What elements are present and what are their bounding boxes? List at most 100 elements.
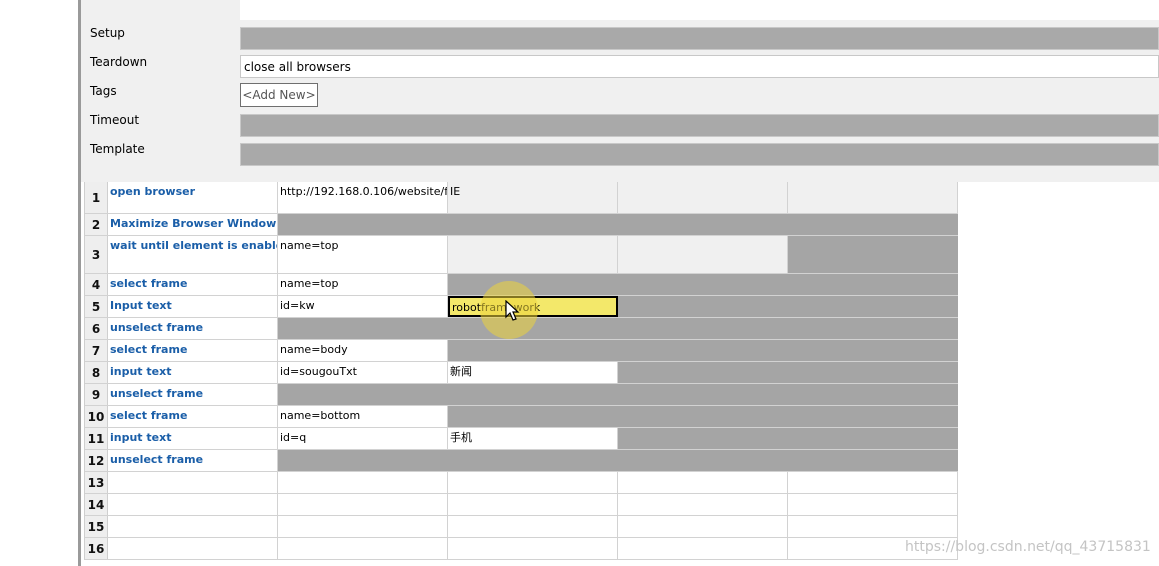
argument-cell[interactable]: name=body	[278, 340, 448, 361]
argument-cell[interactable]	[448, 274, 618, 295]
argument-cell[interactable]	[278, 384, 448, 405]
argument-cell[interactable]	[788, 182, 958, 213]
setup-field[interactable]	[240, 27, 1159, 50]
argument-cell[interactable]	[618, 406, 788, 427]
argument-cell[interactable]	[618, 236, 788, 273]
argument-cell[interactable]	[278, 318, 448, 339]
argument-cell[interactable]	[618, 472, 788, 493]
row-number[interactable]: 10	[85, 406, 108, 427]
table-row[interactable]: 9 unselect frame	[85, 384, 959, 406]
row-number[interactable]: 6	[85, 318, 108, 339]
argument-cell[interactable]	[788, 406, 958, 427]
keyword-cell[interactable]: input text	[108, 428, 278, 449]
argument-cell[interactable]	[448, 472, 618, 493]
argument-cell[interactable]: id=sougouTxt	[278, 362, 448, 383]
argument-cell[interactable]	[618, 450, 788, 471]
row-number[interactable]: 14	[85, 494, 108, 515]
row-number[interactable]: 5	[85, 296, 108, 317]
table-row[interactable]: 1 open browser http://192.168.0.106/websit…	[85, 182, 959, 214]
argument-cell[interactable]: name=top	[278, 274, 448, 295]
table-row[interactable]: 2 Maximize Browser Window	[85, 214, 959, 236]
keyword-cell[interactable]: open browser	[108, 182, 278, 213]
argument-cell[interactable]	[448, 384, 618, 405]
table-row[interactable]: 3 wait until element is enabled name=top	[85, 236, 959, 274]
row-number[interactable]: 2	[85, 214, 108, 235]
argument-cell[interactable]: name=top	[278, 236, 448, 273]
table-row[interactable]: 14	[85, 494, 959, 516]
argument-cell[interactable]	[278, 538, 448, 559]
keyword-cell[interactable]	[108, 472, 278, 493]
keyword-cell[interactable]: select frame	[108, 274, 278, 295]
argument-cell[interactable]	[618, 318, 788, 339]
timeout-field[interactable]	[240, 114, 1159, 137]
argument-cell[interactable]	[618, 214, 788, 235]
argument-cell[interactable]: name=bottom	[278, 406, 448, 427]
table-row[interactable]: 13	[85, 472, 959, 494]
argument-cell[interactable]	[618, 428, 788, 449]
table-row[interactable]: 10 select frame name=bottom	[85, 406, 959, 428]
argument-cell[interactable]: http://192.168.0.106/website/fran	[278, 182, 448, 213]
row-number[interactable]: 11	[85, 428, 108, 449]
argument-cell[interactable]	[788, 516, 958, 537]
argument-cell[interactable]	[618, 494, 788, 515]
argument-cell[interactable]	[278, 472, 448, 493]
argument-cell[interactable]	[618, 274, 788, 295]
row-number[interactable]: 7	[85, 340, 108, 361]
keyword-cell[interactable]	[108, 516, 278, 537]
template-field[interactable]	[240, 143, 1159, 166]
row-number[interactable]: 12	[85, 450, 108, 471]
table-row[interactable]: 12 unselect frame	[85, 450, 959, 472]
argument-cell[interactable]	[618, 340, 788, 361]
argument-cell[interactable]	[788, 274, 958, 295]
argument-cell[interactable]	[788, 450, 958, 471]
argument-cell[interactable]: 新闻	[448, 362, 618, 383]
argument-cell[interactable]	[448, 516, 618, 537]
argument-cell[interactable]	[448, 538, 618, 559]
argument-cell[interactable]	[278, 214, 448, 235]
argument-cell[interactable]: id=kw	[278, 296, 448, 317]
argument-cell[interactable]	[788, 472, 958, 493]
argument-cell[interactable]	[448, 450, 618, 471]
keyword-cell[interactable]: select frame	[108, 340, 278, 361]
table-row[interactable]: 11 input text id=q 手机	[85, 428, 959, 450]
keyword-cell[interactable]: Input text	[108, 296, 278, 317]
argument-cell[interactable]	[448, 236, 618, 273]
argument-cell[interactable]: 手机	[448, 428, 618, 449]
row-number[interactable]: 16	[85, 538, 108, 559]
argument-cell[interactable]	[618, 538, 788, 559]
argument-cell[interactable]	[788, 362, 958, 383]
argument-cell[interactable]	[448, 214, 618, 235]
argument-cell[interactable]	[448, 494, 618, 515]
argument-cell[interactable]	[788, 384, 958, 405]
keyword-cell[interactable]: input text	[108, 362, 278, 383]
argument-cell[interactable]	[788, 214, 958, 235]
argument-cell[interactable]	[788, 318, 958, 339]
argument-cell[interactable]	[618, 296, 788, 317]
row-number[interactable]: 13	[85, 472, 108, 493]
argument-cell[interactable]: IE	[448, 182, 618, 213]
argument-cell[interactable]	[788, 428, 958, 449]
keyword-cell[interactable]: wait until element is enabled	[108, 236, 278, 273]
table-row[interactable]: 8 input text id=sougouTxt 新闻	[85, 362, 959, 384]
table-row[interactable]: 15	[85, 516, 959, 538]
keyword-cell[interactable]: unselect frame	[108, 450, 278, 471]
keyword-cell[interactable]: unselect frame	[108, 384, 278, 405]
row-number[interactable]: 9	[85, 384, 108, 405]
argument-cell[interactable]	[278, 516, 448, 537]
keyword-cell[interactable]: select frame	[108, 406, 278, 427]
row-number[interactable]: 15	[85, 516, 108, 537]
argument-cell[interactable]: id=q	[278, 428, 448, 449]
keyword-cell[interactable]	[108, 494, 278, 515]
row-number[interactable]: 4	[85, 274, 108, 295]
settings-top-field[interactable]	[240, 0, 1159, 20]
add-tag-button[interactable]: <Add New>	[240, 83, 318, 107]
argument-cell[interactable]	[618, 182, 788, 213]
row-number[interactable]: 8	[85, 362, 108, 383]
argument-cell[interactable]	[278, 494, 448, 515]
argument-cell[interactable]	[618, 516, 788, 537]
argument-cell[interactable]	[448, 340, 618, 361]
row-number[interactable]: 1	[85, 182, 108, 213]
table-row[interactable]: 16	[85, 538, 959, 560]
table-row[interactable]: 7 select frame name=body	[85, 340, 959, 362]
argument-cell[interactable]	[618, 362, 788, 383]
